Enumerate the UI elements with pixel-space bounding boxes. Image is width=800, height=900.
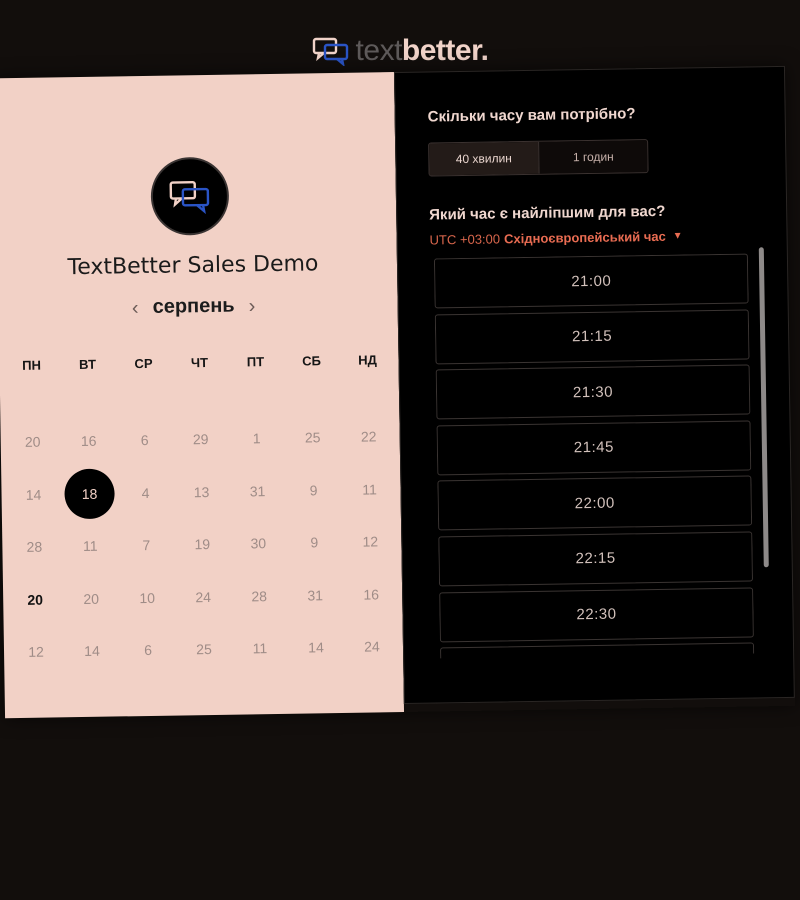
- calendar-day[interactable]: 11: [341, 463, 398, 516]
- time-selection-panel: Скільки часу вам потрібно? 40 хвилин 1 г…: [393, 65, 795, 704]
- calendar-day[interactable]: 4: [117, 466, 174, 519]
- time-slot[interactable]: 21:15: [434, 309, 750, 365]
- duration-option-1hour[interactable]: 1 годин: [538, 140, 648, 174]
- time-slot[interactable]: 21:45: [436, 420, 752, 476]
- timezone-name: Східноєвропейський час: [503, 228, 666, 247]
- calendar-day[interactable]: 31: [229, 464, 286, 517]
- calendar-day-available[interactable]: 20: [7, 573, 64, 626]
- weekday-label: НД: [358, 352, 377, 368]
- weekday-label: ПН: [22, 357, 42, 373]
- calendar-grid: 20 16 6 29 1 25 22 14 18 4 13 31 9 11 28…: [4, 410, 400, 679]
- time-slot[interactable]: 22:00: [437, 475, 753, 531]
- selected-day-label: 18: [64, 468, 115, 520]
- calendar-day[interactable]: 16: [60, 414, 117, 467]
- calendar-day[interactable]: 14: [64, 624, 121, 677]
- calendar-day[interactable]: 14: [5, 468, 62, 521]
- duration-question: Скільки часу вам потрібно?: [427, 105, 636, 126]
- calendar-day[interactable]: 12: [8, 625, 65, 678]
- calendar-day[interactable]: 25: [284, 411, 341, 464]
- time-slot-list[interactable]: 21:00 21:15 21:30 21:45 22:00 22:15 22:3…: [433, 253, 755, 659]
- weekday-label: СР: [134, 355, 153, 372]
- scheduler-card: TextBetter Sales Demo ‹ серпень › ПН ВТ …: [0, 65, 795, 719]
- calendar-day[interactable]: 24: [175, 570, 232, 623]
- brand-logo: textbetter.: [0, 34, 800, 68]
- logo-wordmark: textbetter.: [356, 34, 489, 68]
- calendar-day[interactable]: 6: [116, 414, 173, 467]
- calendar-day[interactable]: 29: [172, 413, 229, 466]
- calendar-day[interactable]: 11: [62, 519, 119, 572]
- timezone-offset: UTC +03:00: [429, 231, 501, 248]
- time-slot[interactable]: 21:00: [433, 253, 749, 309]
- chevron-left-icon[interactable]: ‹: [132, 297, 139, 319]
- calendar-day[interactable]: 28: [231, 569, 288, 622]
- weekday-header: ПН ВТ СР ЧТ ПТ СБ НД: [3, 352, 395, 373]
- month-navigation: ‹ серпень ›: [0, 292, 389, 321]
- chat-bubbles-icon: [312, 37, 348, 66]
- time-question: Який час є найліпшим для вас?: [429, 202, 666, 224]
- calendar-day-selected[interactable]: 18: [61, 467, 118, 520]
- weekday-label: ПТ: [246, 354, 265, 370]
- time-slot[interactable]: 22:15: [438, 531, 754, 587]
- calendar-day[interactable]: 11: [232, 622, 289, 675]
- time-slot[interactable]: [440, 642, 755, 659]
- calendar-day[interactable]: 24: [344, 620, 401, 673]
- calendar-day[interactable]: 20: [4, 415, 61, 468]
- logo-text-bold: better.: [401, 34, 489, 67]
- calendar-day[interactable]: 6: [120, 624, 177, 677]
- duration-toggle: 40 хвилин 1 годин: [428, 139, 649, 177]
- calendar-panel: TextBetter Sales Demo ‹ серпень › ПН ВТ …: [0, 72, 405, 719]
- calendar-day[interactable]: 9: [286, 516, 343, 569]
- calendar-day[interactable]: 9: [285, 463, 342, 516]
- event-title: TextBetter Sales Demo: [67, 251, 319, 281]
- month-label: серпень: [152, 294, 235, 318]
- calendar-day[interactable]: 12: [342, 515, 399, 568]
- caret-down-icon: ▼: [672, 230, 683, 242]
- calendar-day[interactable]: 31: [287, 568, 344, 621]
- weekday-label: ЧТ: [190, 355, 209, 371]
- calendar-day[interactable]: 10: [119, 571, 176, 624]
- avatar: [150, 156, 230, 236]
- calendar-day[interactable]: 28: [6, 520, 63, 573]
- calendar-day[interactable]: 22: [340, 410, 397, 463]
- calendar-day[interactable]: 13: [173, 465, 230, 518]
- calendar-day[interactable]: 1: [228, 412, 285, 465]
- weekday-label: СБ: [302, 353, 321, 369]
- time-slot[interactable]: 21:30: [435, 364, 751, 420]
- chevron-right-icon[interactable]: ›: [248, 295, 255, 317]
- calendar-day[interactable]: 30: [230, 517, 287, 570]
- calendar-day[interactable]: 14: [288, 621, 345, 674]
- timezone-selector[interactable]: UTC +03:00 Східноєвропейський час ▼: [429, 229, 682, 248]
- calendar-day[interactable]: 16: [343, 568, 400, 621]
- weekday-label: ВТ: [78, 356, 97, 373]
- calendar-day[interactable]: 19: [174, 518, 231, 571]
- calendar-day[interactable]: 20: [63, 572, 120, 625]
- calendar-day[interactable]: 25: [176, 623, 233, 676]
- logo-text-light: text: [355, 34, 403, 67]
- calendar-day[interactable]: 7: [118, 519, 175, 572]
- duration-option-40min[interactable]: 40 хвилин: [429, 141, 539, 176]
- slot-list-scrollbar[interactable]: [758, 247, 769, 568]
- chat-bubbles-icon: [169, 181, 210, 215]
- time-slot[interactable]: 22:30: [439, 587, 754, 642]
